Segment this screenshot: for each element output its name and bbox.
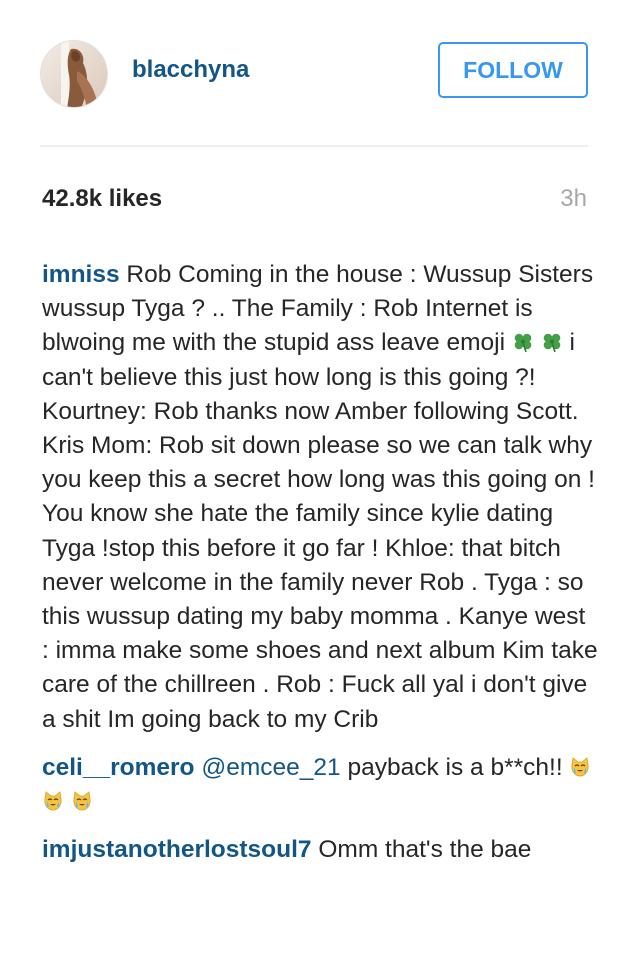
post-timestamp[interactable]: 3h (560, 185, 587, 213)
avatar-photo (41, 41, 107, 107)
comment-item: celi__romero @emcee_21 payback is a b**c… (42, 751, 598, 819)
four-leaf-clover-icon (514, 334, 532, 353)
instagram-post: blacchyna FOLLOW 42.8k likes 3h imniss R… (0, 0, 635, 977)
comment-text-continued: i can't believe this just how long is th… (42, 329, 598, 733)
comment-mention[interactable]: @emcee_21 (201, 754, 340, 781)
comment-list: imniss Rob Coming in the house : Wussup … (42, 258, 598, 881)
comment-text: Rob Coming in the house : Wussup Sisters… (42, 261, 594, 357)
post-header: blacchyna FOLLOW (40, 40, 588, 110)
crying-cat-face-icon (44, 791, 62, 811)
comment-text: payback is a b**ch!! (340, 753, 570, 781)
comment-username[interactable]: celi__romero (42, 754, 195, 781)
comment-username[interactable]: imniss (42, 261, 120, 288)
comment-text: Omm that's the bae (311, 836, 532, 864)
four-leaf-clover-icon (543, 334, 560, 353)
comment-username[interactable]: imjustanotherlostsoul7 (42, 836, 312, 863)
crying-cat-face-icon (571, 757, 589, 777)
likes-count[interactable]: 42.8k likes (42, 185, 162, 213)
crying-cat-face-icon (73, 791, 91, 811)
comment-item: imniss Rob Coming in the house : Wussup … (42, 258, 598, 737)
header-divider (40, 145, 588, 147)
follow-button[interactable]: FOLLOW (438, 42, 588, 98)
author-username[interactable]: blacchyna (132, 56, 249, 84)
avatar[interactable] (40, 40, 108, 108)
comment-item: imjustanotherlostsoul7 Omm that's the ba… (42, 833, 598, 867)
